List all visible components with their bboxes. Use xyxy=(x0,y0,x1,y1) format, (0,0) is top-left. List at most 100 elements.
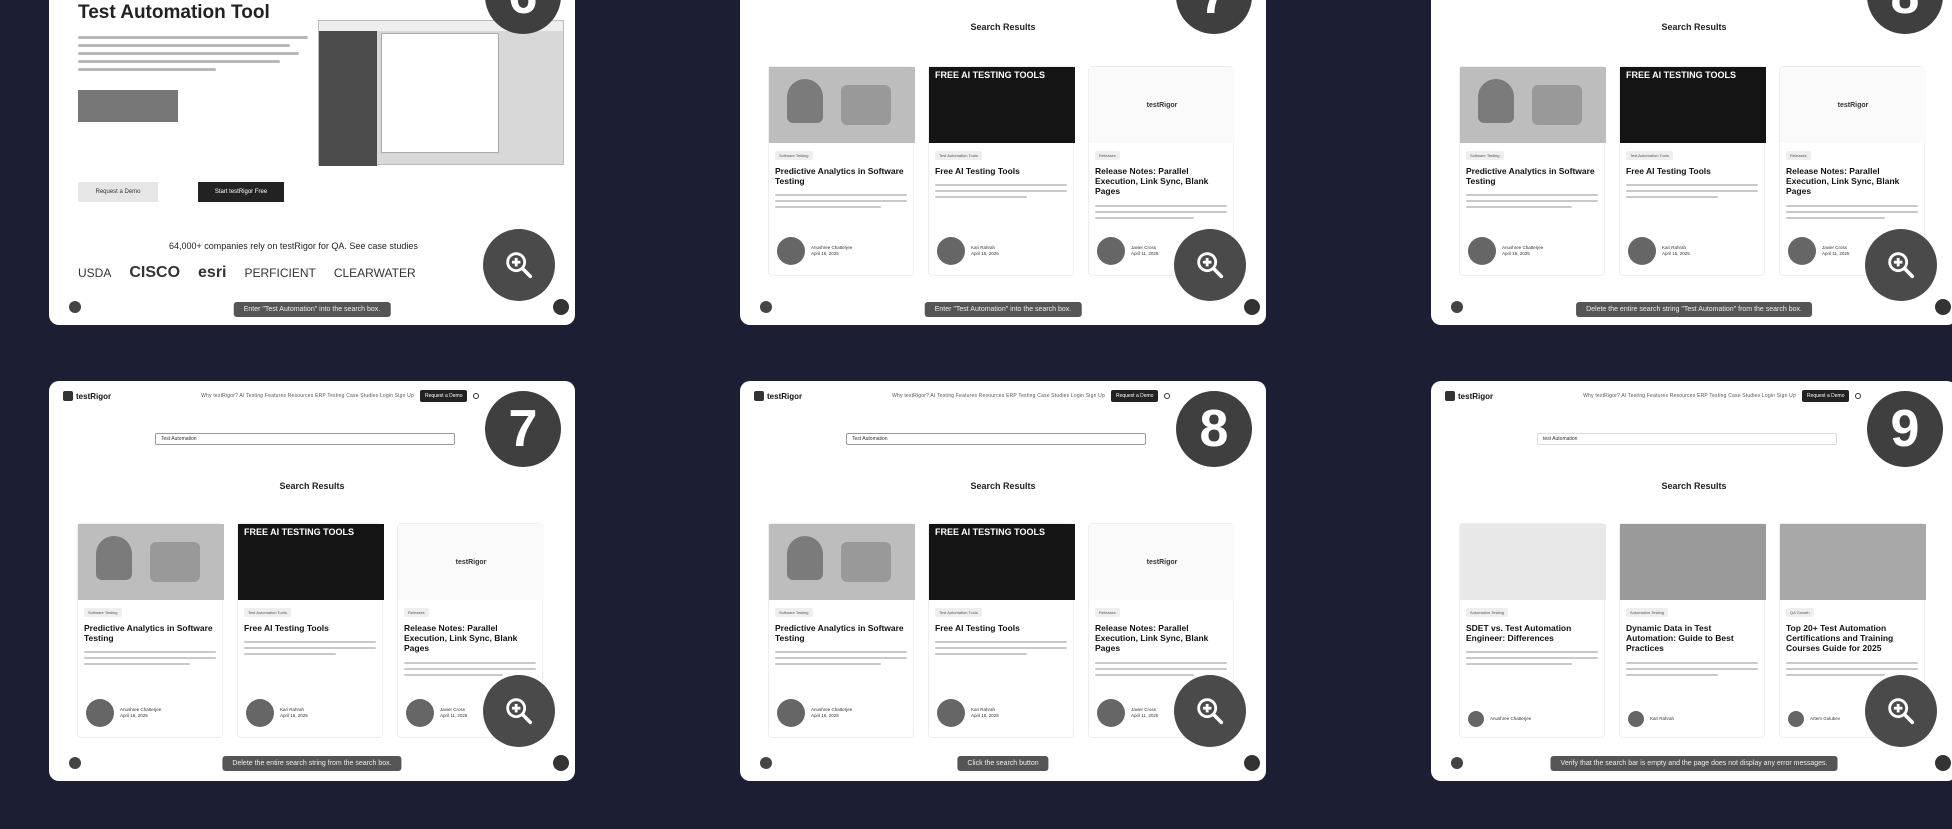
card-title[interactable]: Top 20+ Test Automation Certifications a… xyxy=(1786,623,1918,654)
card-title[interactable]: SDET vs. Test Automation Engineer: Diffe… xyxy=(1466,623,1598,643)
card-tag: Releases xyxy=(404,608,429,617)
request-demo-button[interactable]: Request a Demo xyxy=(1110,390,1159,402)
avatar xyxy=(86,699,114,727)
card-title[interactable]: Release Notes: Parallel Execution, Link … xyxy=(1095,623,1227,654)
customer-logos: USDA CISCO esri PERFICIENT CLEARWATER xyxy=(78,264,416,282)
logo-perficient: PERFICIENT xyxy=(244,266,316,280)
site-logo[interactable]: testRigor xyxy=(63,391,111,401)
zoom-button[interactable] xyxy=(1174,675,1246,747)
zoom-button[interactable] xyxy=(483,229,555,301)
card-image xyxy=(1460,67,1606,143)
card-title[interactable]: Release Notes: Parallel Execution, Link … xyxy=(1786,166,1918,197)
search-icon[interactable] xyxy=(473,393,480,399)
result-card[interactable]: FREE AI TESTING TOOLS Test Automation To… xyxy=(928,66,1075,276)
zoom-button[interactable] xyxy=(1174,229,1246,301)
card-image: testRigor xyxy=(1780,67,1926,143)
card-tag: Test Automation Tools xyxy=(935,608,982,617)
corner-dot-icon xyxy=(69,301,81,313)
zoom-in-icon xyxy=(506,252,533,279)
post-date: April 11, 2025 xyxy=(1822,251,1850,256)
card-title[interactable]: Predictive Analytics in Software Testing xyxy=(1466,166,1598,186)
zoom-in-icon xyxy=(1197,252,1224,279)
product-screenshot xyxy=(318,20,564,166)
results-title: Search Results xyxy=(970,481,1036,491)
result-card[interactable]: Software Testing Predictive Analytics in… xyxy=(77,523,224,738)
chat-icon[interactable] xyxy=(1244,299,1260,315)
site-logo[interactable]: testRigor xyxy=(754,391,802,401)
request-demo-button[interactable]: Request a Demo xyxy=(1801,390,1850,402)
card-title[interactable]: Release Notes: Parallel Execution, Link … xyxy=(404,623,536,654)
search-input[interactable]: test Automation xyxy=(1537,433,1837,445)
results-grid: Software Testing Predictive Analytics in… xyxy=(77,523,544,738)
result-card[interactable]: Software Testing Predictive Analytics in… xyxy=(768,66,915,276)
card-title[interactable]: Predictive Analytics in Software Testing xyxy=(775,623,907,643)
card-tag: Releases xyxy=(1095,151,1120,160)
search-icon[interactable] xyxy=(1855,393,1862,399)
request-demo-button[interactable]: Request a Demo xyxy=(78,182,158,202)
start-free-button[interactable]: Start testRigor Free xyxy=(198,182,284,202)
avatar xyxy=(1788,237,1816,265)
card-title[interactable]: Free AI Testing Tools xyxy=(1626,166,1758,176)
step-caption: Enter "Test Automation" into the search … xyxy=(233,302,391,317)
site-logo[interactable]: testRigor xyxy=(1445,391,1493,401)
author-name: Artem Golubev xyxy=(1810,716,1841,722)
zoom-in-icon xyxy=(506,698,533,725)
chat-icon[interactable] xyxy=(1935,299,1951,315)
result-card[interactable]: Software Testing Predictive Analytics in… xyxy=(768,523,915,738)
card-image xyxy=(769,67,915,143)
card-title[interactable]: Predictive Analytics in Software Testing xyxy=(84,623,216,643)
search-icon[interactable] xyxy=(1164,393,1171,399)
post-date: April 15, 2025 xyxy=(1662,251,1690,256)
card-image xyxy=(78,524,224,600)
avatar xyxy=(1097,699,1125,727)
zoom-button[interactable] xyxy=(1865,675,1937,747)
chat-icon[interactable] xyxy=(553,755,569,771)
result-card[interactable]: FREE AI TESTING TOOLS Test Automation To… xyxy=(1619,66,1766,276)
nav-links[interactable]: Why testRigor? AI Testing Features Resou… xyxy=(201,393,414,399)
search-input[interactable]: Test Automation xyxy=(846,433,1146,445)
result-card[interactable]: Automation Testing Dynamic Data in Test … xyxy=(1619,523,1766,738)
results-grid: Software Testing Predictive Analytics in… xyxy=(1459,66,1926,276)
step-badge: 7 xyxy=(485,391,561,467)
card-tag: Software Testing xyxy=(775,151,813,160)
request-demo-button[interactable]: Request a Demo xyxy=(419,390,468,402)
avatar xyxy=(1628,237,1656,265)
chat-icon[interactable] xyxy=(553,299,569,315)
nav-links[interactable]: Why testRigor? AI Testing Features Resou… xyxy=(892,393,1105,399)
result-card[interactable]: Automation Testing SDET vs. Test Automat… xyxy=(1459,523,1606,738)
post-date: April 16, 2025 xyxy=(811,713,839,718)
card-title[interactable]: Dynamic Data in Test Automation: Guide t… xyxy=(1626,623,1758,654)
result-card[interactable]: FREE AI TESTING TOOLS Test Automation To… xyxy=(237,523,384,738)
post-date: April 15, 2025 xyxy=(971,713,999,718)
card-title[interactable]: Free AI Testing Tools xyxy=(935,623,1067,633)
card-image: testRigor xyxy=(1089,524,1235,600)
post-date: April 15, 2025 xyxy=(280,713,308,718)
chat-icon[interactable] xyxy=(1935,755,1951,771)
card-tag: Releases xyxy=(1786,151,1811,160)
companies-line: 64,000+ companies rely on testRigor for … xyxy=(169,241,418,251)
card-title[interactable]: Release Notes: Parallel Execution, Link … xyxy=(1095,166,1227,197)
zoom-button[interactable] xyxy=(1865,229,1937,301)
avatar xyxy=(1468,711,1484,727)
search-input[interactable]: Test Automation xyxy=(155,433,455,445)
nav-links[interactable]: Why testRigor? AI Testing Features Resou… xyxy=(1583,393,1796,399)
card-tag: Test Automation Tools xyxy=(244,608,291,617)
card-title[interactable]: Free AI Testing Tools xyxy=(244,623,376,633)
avatar xyxy=(777,699,805,727)
card-title[interactable]: Predictive Analytics in Software Testing xyxy=(775,166,907,186)
step-caption: Click the search button xyxy=(957,756,1049,771)
card-image xyxy=(769,524,915,600)
card-title[interactable]: Free AI Testing Tools xyxy=(935,166,1067,176)
step-panel-8-top: Search Results Software Testing Predicti… xyxy=(1431,0,1952,325)
post-date: April 16, 2025 xyxy=(1502,251,1530,256)
results-title: Search Results xyxy=(1661,22,1727,32)
chat-icon[interactable] xyxy=(1244,755,1260,771)
result-card[interactable]: FREE AI TESTING TOOLS Test Automation To… xyxy=(928,523,1075,738)
zoom-button[interactable] xyxy=(483,675,555,747)
card-tag: Software Testing xyxy=(1466,151,1504,160)
result-card[interactable]: Software Testing Predictive Analytics in… xyxy=(1459,66,1606,276)
results-grid: Software Testing Predictive Analytics in… xyxy=(768,523,1235,738)
step-panel-9: testRigor Why testRigor? AI Testing Feat… xyxy=(1431,381,1952,781)
step-panel-7-top: Search Results Software Testing Predicti… xyxy=(740,0,1266,325)
logo-cisco: CISCO xyxy=(129,264,181,281)
